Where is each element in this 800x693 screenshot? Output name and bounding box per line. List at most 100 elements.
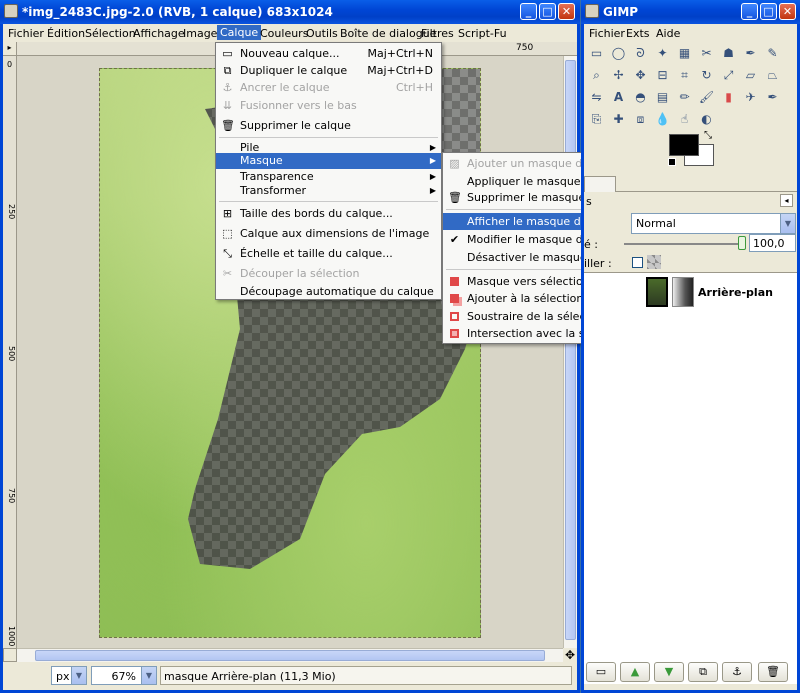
zoom-selector[interactable]: 67% ▼ xyxy=(91,666,157,685)
align-icon[interactable]: ⊟ xyxy=(653,66,672,85)
clone-icon[interactable]: ⎘ xyxy=(587,110,606,129)
perspective-icon[interactable]: ⏢ xyxy=(763,66,782,85)
toolbox-menu-fichier[interactable]: Fichier xyxy=(589,27,625,40)
scale-icon[interactable]: ⤢ xyxy=(719,66,738,85)
menu-item-echelle-taille-calque[interactable]: ⤡ Échelle et taille du calque... xyxy=(216,245,441,262)
opacity-slider[interactable] xyxy=(624,243,742,245)
toolbox-body: Fichier Exts Aide ▭ ◯ ᘐ ✦ ▦ ✂ ☗ ✒ ✎ ⌕ ✢ … xyxy=(584,24,797,690)
measure-icon[interactable]: ✢ xyxy=(609,66,628,85)
menu-edition[interactable]: Édition xyxy=(47,27,85,40)
default-colors-icon[interactable] xyxy=(668,158,676,166)
menu-outils[interactable]: Outils xyxy=(306,27,338,40)
toolbox-titlebar[interactable]: GIMP _ □ ✕ xyxy=(581,0,800,24)
paintbrush-icon[interactable]: 🖌 xyxy=(697,88,716,107)
bucket-fill-icon[interactable]: ◓ xyxy=(631,88,650,107)
dock-menu-icon[interactable]: ◂ xyxy=(780,194,793,207)
toolbox-menu-aide[interactable]: Aide xyxy=(656,27,680,40)
lock-alpha-checkbox[interactable] xyxy=(632,257,643,268)
anchor-layer-button[interactable]: ⚓ xyxy=(722,662,752,682)
maximize-button[interactable]: □ xyxy=(539,3,556,20)
ruler-corner[interactable]: ▸ xyxy=(3,42,17,56)
crop-icon[interactable]: ⌗ xyxy=(675,66,694,85)
blend-icon[interactable]: ▤ xyxy=(653,88,672,107)
smudge-icon[interactable]: ☝ xyxy=(675,110,694,129)
menu-script-fu[interactable]: Script-Fu xyxy=(458,27,507,40)
close-button[interactable]: ✕ xyxy=(558,3,575,20)
perspective-clone-icon[interactable]: ⧈ xyxy=(631,110,650,129)
menu-item-transformer[interactable]: Transformer ▶ xyxy=(216,182,441,199)
flip-icon[interactable]: ⇋ xyxy=(587,88,606,107)
rect-select-icon[interactable]: ▭ xyxy=(587,44,606,63)
raise-layer-button[interactable]: ▲ xyxy=(620,662,650,682)
menu-item-taille-bords-calque[interactable]: ⊞ Taille des bords du calque... xyxy=(216,205,441,222)
menu-filtres[interactable]: Filtres xyxy=(421,27,454,40)
ellipse-select-icon[interactable]: ◯ xyxy=(609,44,628,63)
quickmask-toggle[interactable] xyxy=(3,648,17,662)
status-message: masque Arrière-plan (11,3 Mio) xyxy=(164,670,336,683)
navigate-icon[interactable]: ✥ xyxy=(563,648,577,662)
menu-item-fusionner-vers-le-bas[interactable]: ⇊ Fusionner vers le bas xyxy=(216,97,441,114)
heal-icon[interactable]: ✚ xyxy=(609,110,628,129)
ink-icon[interactable]: ✒ xyxy=(763,88,782,107)
color-select-icon[interactable]: ▦ xyxy=(675,44,694,63)
scissors-icon[interactable]: ✂ xyxy=(697,44,716,63)
foreground-select-icon[interactable]: ☗ xyxy=(719,44,738,63)
opacity-spinner[interactable]: 100,0 xyxy=(749,234,796,252)
rotate-icon[interactable]: ↻ xyxy=(697,66,716,85)
menu-affichage[interactable]: Affichage xyxy=(133,27,185,40)
move-icon[interactable]: ✥ xyxy=(631,66,650,85)
image-window-titlebar[interactable]: *img_2483C.jpg-2.0 (RVB, 1 calque) 683x1… xyxy=(0,0,580,24)
menu-item-masque[interactable]: Masque ▶ xyxy=(216,153,441,169)
foreground-color[interactable] xyxy=(669,134,699,156)
swap-colors-icon[interactable]: ⤡ xyxy=(704,130,712,141)
menu-separator xyxy=(219,137,438,138)
menu-calque[interactable]: Calque xyxy=(217,25,262,40)
eraser-icon[interactable]: ▮ xyxy=(719,88,738,107)
minimize-button[interactable]: _ xyxy=(741,3,758,20)
layer-mode-value: Normal xyxy=(636,217,676,230)
pencil-icon[interactable]: ✏ xyxy=(675,88,694,107)
menu-fichier[interactable]: Fichier xyxy=(8,27,44,40)
opacity-slider-handle[interactable] xyxy=(738,236,746,250)
dodge-burn-icon[interactable]: ◐ xyxy=(697,110,716,129)
vertical-scrollbar[interactable] xyxy=(563,56,577,648)
menu-item-dupliquer-calque[interactable]: ⧉ Dupliquer le calque Maj+Ctrl+D xyxy=(216,62,441,79)
duplicate-layer-icon: ⧉ xyxy=(223,64,232,77)
text-icon[interactable]: A xyxy=(609,88,628,107)
menu-item-calque-aux-dimensions[interactable]: ⬚ Calque aux dimensions de l'image xyxy=(216,225,441,242)
color-picker-icon[interactable]: ✎ xyxy=(763,44,782,63)
horizontal-scrollbar[interactable] xyxy=(17,648,563,662)
maximize-button[interactable]: □ xyxy=(760,3,777,20)
menu-couleurs[interactable]: Couleurs xyxy=(260,27,308,40)
menu-image[interactable]: Image xyxy=(183,27,217,40)
anchor-icon: ⚓ xyxy=(222,81,233,94)
menu-item-supprimer-calque[interactable]: 🗑 Supprimer le calque xyxy=(216,117,441,134)
menu-item-ancrer-calque[interactable]: ⚓ Ancrer le calque Ctrl+H xyxy=(216,79,441,96)
new-layer-button[interactable]: ▭ xyxy=(586,662,616,682)
paths-icon[interactable]: ✒ xyxy=(741,44,760,63)
duplicate-layer-button[interactable]: ⧉ xyxy=(688,662,718,682)
lower-layer-button[interactable]: ▼ xyxy=(654,662,684,682)
trash-icon: 🗑 xyxy=(448,191,462,204)
blur-icon[interactable]: 💧 xyxy=(653,110,672,129)
unit-selector[interactable]: px ▼ xyxy=(51,666,87,685)
layer-row[interactable]: Arrière-plan xyxy=(584,275,797,309)
minimize-button[interactable]: _ xyxy=(520,3,537,20)
close-button[interactable]: ✕ xyxy=(779,3,796,20)
lasso-icon[interactable]: ᘐ xyxy=(631,44,650,63)
zoom-icon[interactable]: ⌕ xyxy=(587,66,606,85)
toolbox-title: GIMP xyxy=(603,5,639,19)
image-window-title: *img_2483C.jpg-2.0 (RVB, 1 calque) 683x1… xyxy=(22,5,333,19)
vertical-ruler: 0 250 500 750 1000 xyxy=(3,56,17,648)
dock-tab[interactable] xyxy=(584,176,616,192)
shear-icon[interactable]: ▱ xyxy=(741,66,760,85)
menu-item-decouper-selection[interactable]: ✂ Découper la sélection xyxy=(216,265,441,282)
menu-selection[interactable]: Sélection xyxy=(85,27,136,40)
menu-item-decoupage-automatique[interactable]: Découpage automatique du calque xyxy=(216,283,441,300)
menu-item-nouveau-calque[interactable]: ▭ Nouveau calque... Maj+Ctrl+N xyxy=(216,45,441,62)
fuzzy-select-icon[interactable]: ✦ xyxy=(653,44,672,63)
airbrush-icon[interactable]: ✈ xyxy=(741,88,760,107)
layer-mode-select[interactable]: Normal ▼ xyxy=(631,213,796,234)
delete-layer-button[interactable]: 🗑 xyxy=(758,662,788,682)
toolbox-menu-exts[interactable]: Exts xyxy=(626,27,650,40)
